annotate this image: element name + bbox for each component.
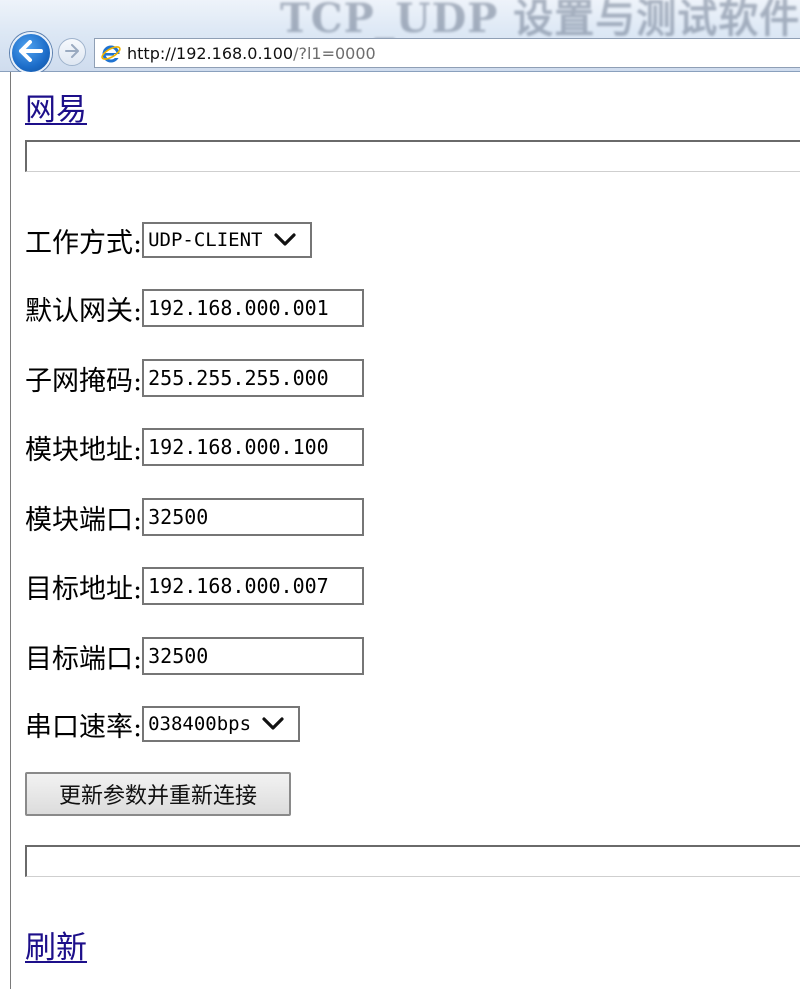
gateway-row: 默认网关: 192.168.000.001 (25, 288, 365, 328)
work-mode-select[interactable]: UDP-CLIENT (142, 222, 313, 258)
netease-link[interactable]: 网易 (25, 84, 87, 129)
baud-value: 038400bps (148, 713, 252, 735)
module-addr-label: 模块地址: (25, 434, 143, 466)
forward-arrow-icon (64, 43, 80, 62)
divider-top (25, 140, 800, 172)
module-port-input[interactable]: 32500 (142, 498, 365, 536)
chevron-down-icon (273, 230, 297, 250)
target-addr-input[interactable]: 192.168.000.007 (142, 567, 365, 605)
forward-button[interactable] (58, 38, 86, 66)
url-text: http://192.168.0.100/?l1=0000 (127, 43, 376, 63)
work-mode-label: 工作方式: (25, 227, 143, 259)
work-mode-value: UDP-CLIENT (148, 229, 263, 251)
subnet-label: 子网掩码: (25, 365, 143, 397)
gateway-label: 默认网关: (25, 295, 143, 327)
module-port-row: 模块端口: 32500 (25, 497, 365, 537)
ie-logo-icon (99, 41, 123, 65)
module-addr-input[interactable]: 192.168.000.100 (142, 428, 365, 466)
target-addr-row: 目标地址: 192.168.000.007 (25, 566, 365, 606)
refresh-link[interactable]: 刷新 (25, 922, 87, 967)
target-port-row: 目标端口: 32500 (25, 636, 365, 676)
page-content: 网易 工作方式: UDP-CLIENT 默认网关: 192.168.000.00… (10, 72, 800, 989)
target-port-input[interactable]: 32500 (142, 637, 365, 675)
back-button[interactable] (10, 32, 52, 74)
module-addr-row: 模块地址: 192.168.000.100 (25, 427, 365, 467)
chevron-down-icon (261, 714, 285, 734)
module-port-label: 模块端口: (25, 504, 143, 536)
baud-select[interactable]: 038400bps (142, 706, 301, 742)
browser-chrome: TCP_UDP 设置与测试软件 http://192.168.0.100/?l1… (0, 0, 800, 74)
baud-row: 串口速率: 038400bps (25, 704, 301, 744)
address-bar[interactable]: http://192.168.0.100/?l1=0000 (94, 38, 800, 68)
update-reconnect-button[interactable]: 更新参数并重新连接 (25, 772, 291, 816)
subnet-input[interactable]: 255.255.255.000 (142, 359, 365, 397)
baud-label: 串口速率: (25, 711, 143, 743)
target-port-label: 目标端口: (25, 643, 143, 675)
divider-bottom (25, 845, 800, 877)
target-addr-label: 目标地址: (25, 573, 143, 605)
subnet-row: 子网掩码: 255.255.255.000 (25, 358, 365, 398)
work-mode-row: 工作方式: UDP-CLIENT (25, 220, 313, 260)
gateway-input[interactable]: 192.168.000.001 (142, 289, 365, 327)
back-arrow-icon (18, 40, 44, 66)
